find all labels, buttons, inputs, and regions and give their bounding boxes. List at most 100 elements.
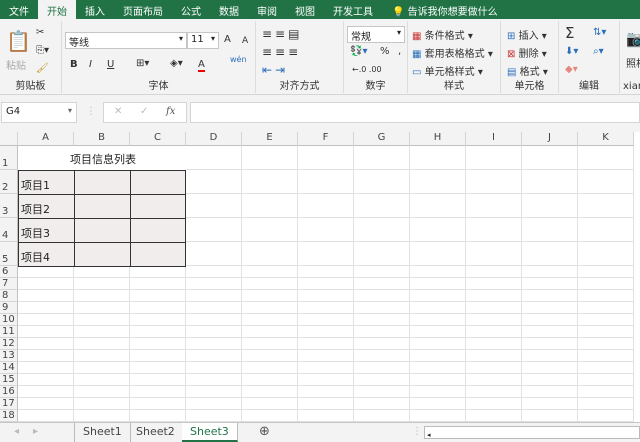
cell-I11[interactable] [466,326,522,338]
cell-H3[interactable] [410,194,466,218]
cell-A11[interactable] [18,326,74,338]
cell-E3[interactable] [242,194,298,218]
fill-icon[interactable]: ⬇▾ [565,46,578,57]
cell-H6[interactable] [410,266,466,278]
row-header-14[interactable]: 14 [0,362,18,374]
cell-E9[interactable] [242,302,298,314]
cell-D6[interactable] [186,266,242,278]
cell-A17[interactable] [18,398,74,410]
column-header-F[interactable]: F [298,132,354,146]
cell-J17[interactable] [522,398,578,410]
cell-A6[interactable] [18,266,74,278]
cell-E14[interactable] [242,362,298,374]
cell-J10[interactable] [522,314,578,326]
cell-G17[interactable] [354,398,410,410]
cell-D17[interactable] [186,398,242,410]
camera-label[interactable]: 照相 [626,55,640,70]
cell-F5[interactable] [298,242,354,266]
cell-B12[interactable] [74,338,130,350]
cell-D2[interactable] [186,170,242,194]
cell-B7[interactable] [74,278,130,290]
next-sheet-icon[interactable]: ▸ [33,426,38,437]
cell-F1[interactable] [298,146,354,170]
scroll-left-icon[interactable]: ◂ [425,431,431,439]
cell-E5[interactable] [242,242,298,266]
cell-H11[interactable] [410,326,466,338]
delete-cells-button[interactable]: ⊠ 删除 ▾ [507,45,547,60]
cell-H16[interactable] [410,386,466,398]
column-header-J[interactable]: J [522,132,578,146]
cell-I17[interactable] [466,398,522,410]
cell-C13[interactable] [130,350,186,362]
autosum-button[interactable]: Σ [565,24,574,42]
cell-J2[interactable] [522,170,578,194]
cell-E1[interactable] [242,146,298,170]
camera-icon[interactable]: 📷 [626,29,640,48]
sheet-tab-sheet1[interactable]: Sheet1 [74,423,131,442]
sheet-tab-sheet2[interactable]: Sheet2 [128,423,184,442]
cell-I15[interactable] [466,374,522,386]
row-header-11[interactable]: 11 [0,326,18,338]
cell-G8[interactable] [354,290,410,302]
cell-D7[interactable] [186,278,242,290]
cell-D10[interactable] [186,314,242,326]
formula-input[interactable] [190,102,640,123]
cell-J12[interactable] [522,338,578,350]
cell-J14[interactable] [522,362,578,374]
column-header-H[interactable]: H [410,132,466,146]
sort-filter-icon[interactable]: ⇅▾ [593,27,606,38]
cell-I7[interactable] [466,278,522,290]
cell-I18[interactable] [466,410,522,422]
cell-I13[interactable] [466,350,522,362]
cell-D18[interactable] [186,410,242,422]
cell-B17[interactable] [74,398,130,410]
column-header-C[interactable]: C [130,132,186,146]
cell-H2[interactable] [410,170,466,194]
cell-G5[interactable] [354,242,410,266]
tab-6[interactable]: 审阅 [248,0,286,19]
accounting-icon[interactable]: 💱▾ [350,46,367,57]
cell-B15[interactable] [74,374,130,386]
cell-G1[interactable] [354,146,410,170]
cell-A5-value[interactable]: 项目4 [19,243,73,265]
cell-F11[interactable] [298,326,354,338]
cell-I12[interactable] [466,338,522,350]
cell-H8[interactable] [410,290,466,302]
row-header-13[interactable]: 13 [0,350,18,362]
row-header-1[interactable]: 1 [0,146,18,170]
cell-A9[interactable] [18,302,74,314]
cell-F3[interactable] [298,194,354,218]
shrink-font-button[interactable]: A [242,36,248,46]
cell-G11[interactable] [354,326,410,338]
cell-J13[interactable] [522,350,578,362]
cell-F2[interactable] [298,170,354,194]
cell-K2[interactable] [578,170,634,194]
clear-icon[interactable]: ◆▾ [565,64,578,75]
tell-me-search[interactable]: 💡 告诉我你想要做什么 [392,0,498,19]
cell-I9[interactable] [466,302,522,314]
prev-sheet-icon[interactable]: ◂ [14,426,19,437]
cell-K8[interactable] [578,290,634,302]
cell-K16[interactable] [578,386,634,398]
cell-E17[interactable] [242,398,298,410]
cell-G2[interactable] [354,170,410,194]
tab-8[interactable]: 开发工具 [324,0,382,19]
cell-G12[interactable] [354,338,410,350]
font-color-button[interactable]: A [198,59,205,72]
cell-H14[interactable] [410,362,466,374]
cell-I8[interactable] [466,290,522,302]
cell-A12[interactable] [18,338,74,350]
cell-K14[interactable] [578,362,634,374]
row-header-17[interactable]: 17 [0,398,18,410]
cell-K13[interactable] [578,350,634,362]
cell-C12[interactable] [130,338,186,350]
cell-J8[interactable] [522,290,578,302]
tab-2[interactable]: 插入 [76,0,114,19]
find-icon[interactable]: ⌕▾ [593,46,604,57]
row-header-16[interactable]: 16 [0,386,18,398]
cell-I6[interactable] [466,266,522,278]
cell-C14[interactable] [130,362,186,374]
cell-K10[interactable] [578,314,634,326]
cell-E8[interactable] [242,290,298,302]
cell-J4[interactable] [522,218,578,242]
